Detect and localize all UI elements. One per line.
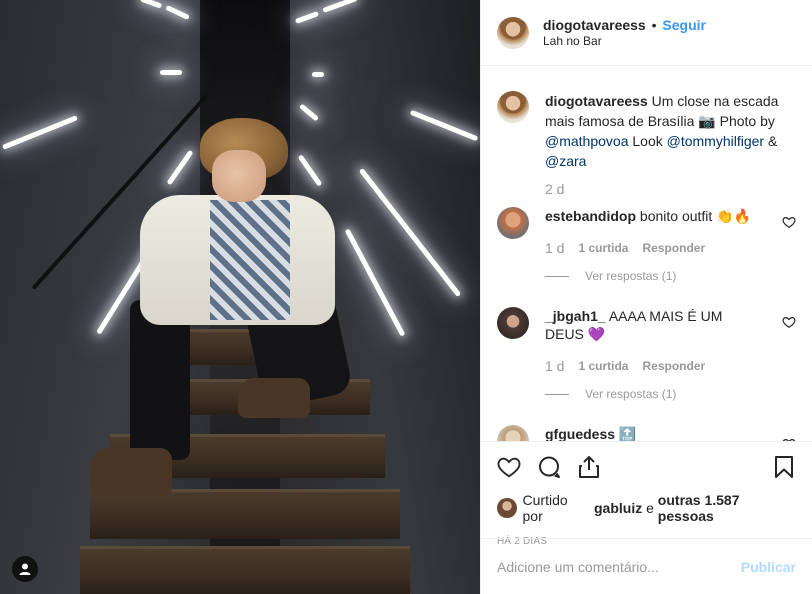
header-separator: • xyxy=(651,16,657,33)
author-username[interactable]: diogotavareess xyxy=(543,17,646,33)
replies-line xyxy=(545,275,569,277)
comment-input[interactable] xyxy=(497,558,741,575)
comment-body: estebandidop bonito outfit 👏🔥 1 d 1 curt… xyxy=(545,207,765,285)
author-avatar[interactable] xyxy=(497,16,529,49)
post-header: diogotavareess • Seguir Lah no Bar xyxy=(481,0,812,66)
comment-icon[interactable] xyxy=(537,455,561,479)
post-location[interactable]: Lah no Bar xyxy=(543,33,706,49)
photo-step xyxy=(80,546,410,594)
comment-time[interactable]: 1 d xyxy=(545,357,564,375)
photo-person-face xyxy=(212,150,266,202)
caption-body: Look xyxy=(632,133,663,149)
comment-item: gfguedess 🔝 xyxy=(497,425,796,441)
action-icon-row xyxy=(497,452,796,482)
commenter-avatar[interactable] xyxy=(497,207,529,239)
user-tag-icon[interactable] xyxy=(12,556,38,582)
comment-likes[interactable]: 1 curtida xyxy=(578,239,628,257)
header-text: diogotavareess • Seguir Lah no Bar xyxy=(543,17,706,49)
commenter-username[interactable]: gfguedess xyxy=(545,426,615,441)
commenter-username[interactable]: _jbgah1_ xyxy=(545,308,606,324)
comment-body: _jbgah1_ AAAA MAIS É UM DEUS 💜 1 d 1 cur… xyxy=(545,307,765,403)
follow-button[interactable]: Seguir xyxy=(662,17,706,33)
photo-light xyxy=(160,70,182,75)
commenter-avatar[interactable] xyxy=(497,425,529,441)
share-icon[interactable] xyxy=(577,455,601,479)
view-replies-button[interactable]: Ver respostas (1) xyxy=(545,267,765,285)
comment-meta: 1 d 1 curtida Responder xyxy=(545,357,765,375)
view-replies-label: Ver respostas (1) xyxy=(585,387,677,401)
photo-step xyxy=(90,489,400,539)
photo-person-boot xyxy=(90,448,172,496)
view-replies-button[interactable]: Ver respostas (1) xyxy=(545,385,765,403)
caption-time[interactable]: 2 d xyxy=(545,181,796,197)
reply-button[interactable]: Responder xyxy=(642,357,705,375)
publish-button[interactable]: Publicar xyxy=(741,559,796,575)
replies-line xyxy=(545,393,569,395)
comment-like-heart-icon[interactable] xyxy=(782,215,796,229)
view-replies-label: Ver respostas (1) xyxy=(585,269,677,283)
post-actions: Curtido por gabluiz e outras 1.587 pesso… xyxy=(481,441,812,547)
comment-time[interactable]: 1 d xyxy=(545,239,564,257)
photo-person-shirt xyxy=(210,200,290,320)
caption-mention[interactable]: @mathpovoa xyxy=(545,133,628,149)
caption-mention[interactable]: @tommyhilfiger xyxy=(667,133,764,149)
caption-avatar[interactable] xyxy=(497,91,529,123)
photo-light xyxy=(312,72,324,77)
add-comment-bar: Publicar xyxy=(481,538,812,594)
likes-middle: e xyxy=(646,500,654,516)
comment-likes[interactable]: 1 curtida xyxy=(578,357,628,375)
comments-list[interactable]: diogotavareess Um close na escada mais f… xyxy=(481,67,812,441)
comment-meta: 1 d 1 curtida Responder xyxy=(545,239,765,257)
bookmark-icon[interactable] xyxy=(772,455,796,479)
likes-others-link[interactable]: outras 1.587 pessoas xyxy=(658,492,796,524)
post-caption: diogotavareess Um close na escada mais f… xyxy=(497,91,796,171)
likes-prefix: Curtido por xyxy=(522,492,568,524)
caption-text: diogotavareess Um close na escada mais f… xyxy=(545,91,793,171)
commenter-username[interactable]: estebandidop xyxy=(545,208,636,224)
comment-item: estebandidop bonito outfit 👏🔥 1 d 1 curt… xyxy=(497,207,796,285)
commenter-avatar[interactable] xyxy=(497,307,529,339)
post-photo[interactable] xyxy=(0,0,480,594)
liker-avatar[interactable] xyxy=(497,498,517,518)
caption-mention[interactable]: @zara xyxy=(545,153,586,169)
comment-text: bonito outfit 👏🔥 xyxy=(639,208,752,224)
photo-person-boot xyxy=(238,378,310,418)
liker-username[interactable]: gabluiz xyxy=(594,500,642,516)
comment-like-heart-icon[interactable] xyxy=(782,315,796,329)
post-sidebar: diogotavareess • Seguir Lah no Bar diogo… xyxy=(480,0,812,594)
comment-body: gfguedess 🔝 xyxy=(545,425,765,441)
instagram-post-modal: diogotavareess • Seguir Lah no Bar diogo… xyxy=(0,0,812,594)
caption-username[interactable]: diogotavareess xyxy=(545,93,648,109)
heart-icon[interactable] xyxy=(497,455,521,479)
likes-summary: Curtido por gabluiz e outras 1.587 pesso… xyxy=(497,492,796,524)
reply-button[interactable]: Responder xyxy=(642,239,705,257)
caption-body: & xyxy=(767,133,778,149)
comment-item: _jbgah1_ AAAA MAIS É UM DEUS 💜 1 d 1 cur… xyxy=(497,307,796,403)
comment-text: 🔝 xyxy=(618,426,637,441)
